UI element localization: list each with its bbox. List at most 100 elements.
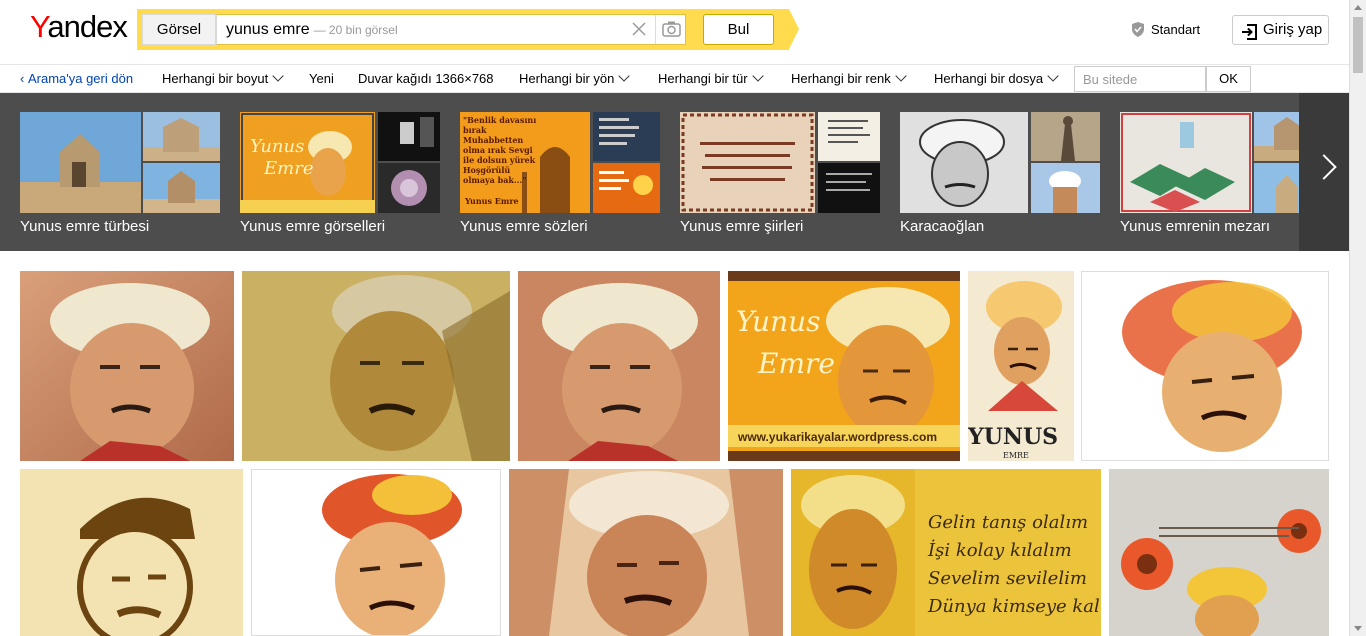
related-searches-strip: Yunus emre türbesi Yunus Emre Yunus emre …: [0, 93, 1349, 251]
scrollbar-thumb[interactable]: [1353, 17, 1363, 73]
filter-size-label: Herhangi bir boyut: [162, 71, 269, 86]
login-button[interactable]: Giriş yap: [1232, 15, 1329, 45]
related-label: Yunus emre şiirleri: [680, 218, 804, 235]
image-result[interactable]: [1081, 271, 1329, 461]
image-result[interactable]: [518, 271, 720, 461]
related-thumbnail-main: YunusEmre: [240, 112, 375, 213]
related-thumbnail: [1031, 112, 1100, 161]
svg-text:Yunus: Yunus: [736, 305, 821, 338]
header: Yandex Görsel yunus emre — 20 bin görsel …: [0, 0, 1349, 64]
site-search-ok-button[interactable]: OK: [1206, 66, 1251, 92]
chevron-down-icon: [751, 70, 764, 82]
result-count-hint: — 20 bin görsel: [313, 23, 398, 37]
svg-text:İşi kolay kılalım: İşi kolay kılalım: [927, 538, 1072, 561]
filter-type[interactable]: Herhangi bir tür: [658, 70, 764, 86]
filter-size[interactable]: Herhangi bir boyut: [162, 70, 284, 86]
clear-icon[interactable]: [631, 21, 649, 39]
search-query: yunus emre: [226, 21, 310, 38]
filter-wallpaper[interactable]: Duvar kağıdı 1366×768: [358, 71, 494, 86]
login-label: Giriş yap: [1263, 21, 1323, 38]
related-thumbnail: [378, 163, 440, 213]
search-button[interactable]: Bul: [703, 14, 774, 45]
safe-search-mode[interactable]: Standart: [1131, 22, 1200, 37]
image-result[interactable]: YUNUS EMRE: [968, 271, 1074, 461]
image-thumbnail: Gelin tanış olalım İşi kolay kılalım Sev…: [791, 469, 1101, 636]
back-label: Arama'ya geri dön: [27, 71, 134, 86]
svg-text:Yunus Emre: Yunus Emre: [464, 196, 519, 206]
image-thumbnail: [518, 271, 720, 461]
image-result[interactable]: [251, 469, 501, 636]
scroll-up-arrow-icon[interactable]: [1354, 5, 1362, 10]
search-service-tab[interactable]: Görsel: [142, 14, 216, 45]
image-thumbnail: Yunus Emre www.yukarikayalar.wordpress.c…: [728, 271, 960, 461]
related-label: Yunus emre görselleri: [240, 218, 386, 235]
image-result[interactable]: Gelin tanış olalım İşi kolay kılalım Sev…: [791, 469, 1101, 636]
scroll-down-arrow-icon[interactable]: [1354, 626, 1362, 631]
related-thumbnail-main: [900, 112, 1028, 213]
camera-search-icon[interactable]: [655, 15, 685, 44]
filter-orientation[interactable]: Herhangi bir yön: [519, 70, 631, 86]
chevron-left-icon: ‹: [20, 71, 25, 86]
image-result[interactable]: Yunus Emre www.yukarikayalar.wordpress.c…: [728, 271, 960, 461]
search-input[interactable]: yunus emre — 20 bin görsel: [216, 14, 686, 45]
related-item[interactable]: "Benlik davasını bırak Muhabbetten olma …: [460, 112, 660, 236]
related-item[interactable]: Yunus Emre Yunus emre görselleri: [240, 112, 440, 236]
related-thumbnail: [818, 112, 880, 161]
related-item[interactable]: Yunus emre şiirleri: [680, 112, 880, 236]
related-thumbnail: [593, 163, 660, 213]
related-thumbnail-main: [680, 112, 815, 213]
related-thumbnail: [143, 112, 220, 161]
image-result[interactable]: [20, 271, 234, 461]
related-thumbnail: [818, 163, 880, 213]
chevron-down-icon: [618, 70, 631, 82]
svg-text:EMRE: EMRE: [1003, 451, 1029, 460]
image-thumbnail: [1109, 469, 1329, 636]
back-to-search-link[interactable]: ‹ Arama'ya geri dön: [20, 71, 133, 86]
search-bar: Görsel yunus emre — 20 bin görsel Bul: [137, 9, 799, 50]
shield-icon: [1131, 22, 1145, 37]
image-result[interactable]: [509, 469, 783, 636]
image-thumbnail: [20, 271, 234, 461]
related-thumbnail-main: "Benlik davasını bırak Muhabbetten olma …: [460, 112, 590, 213]
chevron-down-icon: [1047, 70, 1059, 82]
image-result[interactable]: [1109, 469, 1329, 636]
related-thumbnail: [593, 112, 660, 161]
filter-color[interactable]: Herhangi bir renk: [791, 70, 907, 86]
image-thumbnail: YUNUS EMRE: [968, 271, 1074, 461]
related-next-arrow[interactable]: [1299, 93, 1349, 251]
svg-text:Emre: Emre: [263, 158, 313, 179]
logo-rest: andex: [47, 9, 127, 44]
related-label: Yunus emrenin mezarı: [1120, 218, 1271, 235]
filter-type-label: Herhangi bir tür: [658, 71, 748, 86]
related-label: Yunus emre sözleri: [460, 218, 588, 235]
related-thumbnail: [1031, 163, 1100, 213]
filter-file[interactable]: Herhangi bir dosya: [934, 70, 1059, 86]
image-thumbnail: [509, 469, 783, 636]
site-search-input[interactable]: Bu sitede: [1074, 66, 1206, 92]
related-thumbnail-main: [20, 112, 141, 213]
related-thumbnail: [143, 163, 220, 213]
image-result[interactable]: [242, 271, 510, 461]
page-scrollbar[interactable]: [1349, 0, 1366, 636]
chevron-down-icon: [272, 70, 284, 82]
svg-text:Gelin tanış olalım: Gelin tanış olalım: [928, 512, 1088, 533]
related-thumbnail-main: [1120, 112, 1252, 213]
filter-wallpaper-label: Duvar kağıdı 1366×768: [358, 71, 494, 86]
filter-file-label: Herhangi bir dosya: [934, 71, 1044, 86]
svg-text:Sevelim sevilelim: Sevelim sevilelim: [928, 568, 1087, 589]
filter-orientation-label: Herhangi bir yön: [519, 71, 615, 86]
svg-text:www.yukarikayalar.wordpress.co: www.yukarikayalar.wordpress.com: [737, 430, 937, 444]
yandex-logo[interactable]: Yandex: [30, 9, 128, 45]
image-result[interactable]: [20, 469, 243, 636]
related-item[interactable]: Yunus emre türbesi: [20, 112, 220, 236]
chevron-down-icon: [895, 70, 907, 82]
filter-color-label: Herhangi bir renk: [791, 71, 891, 86]
related-item[interactable]: Yunus emrenin mezarı: [1120, 112, 1320, 236]
logo-first-letter: Y: [30, 9, 48, 44]
filter-bar: ‹ Arama'ya geri dön Herhangi bir boyut Y…: [0, 64, 1349, 93]
filter-new[interactable]: Yeni: [309, 71, 334, 86]
site-search-placeholder: Bu sitede: [1083, 72, 1138, 87]
image-thumbnail: [242, 271, 510, 461]
svg-text:Yunus: Yunus: [250, 136, 304, 157]
related-item[interactable]: Karacaoğlan: [900, 112, 1100, 236]
